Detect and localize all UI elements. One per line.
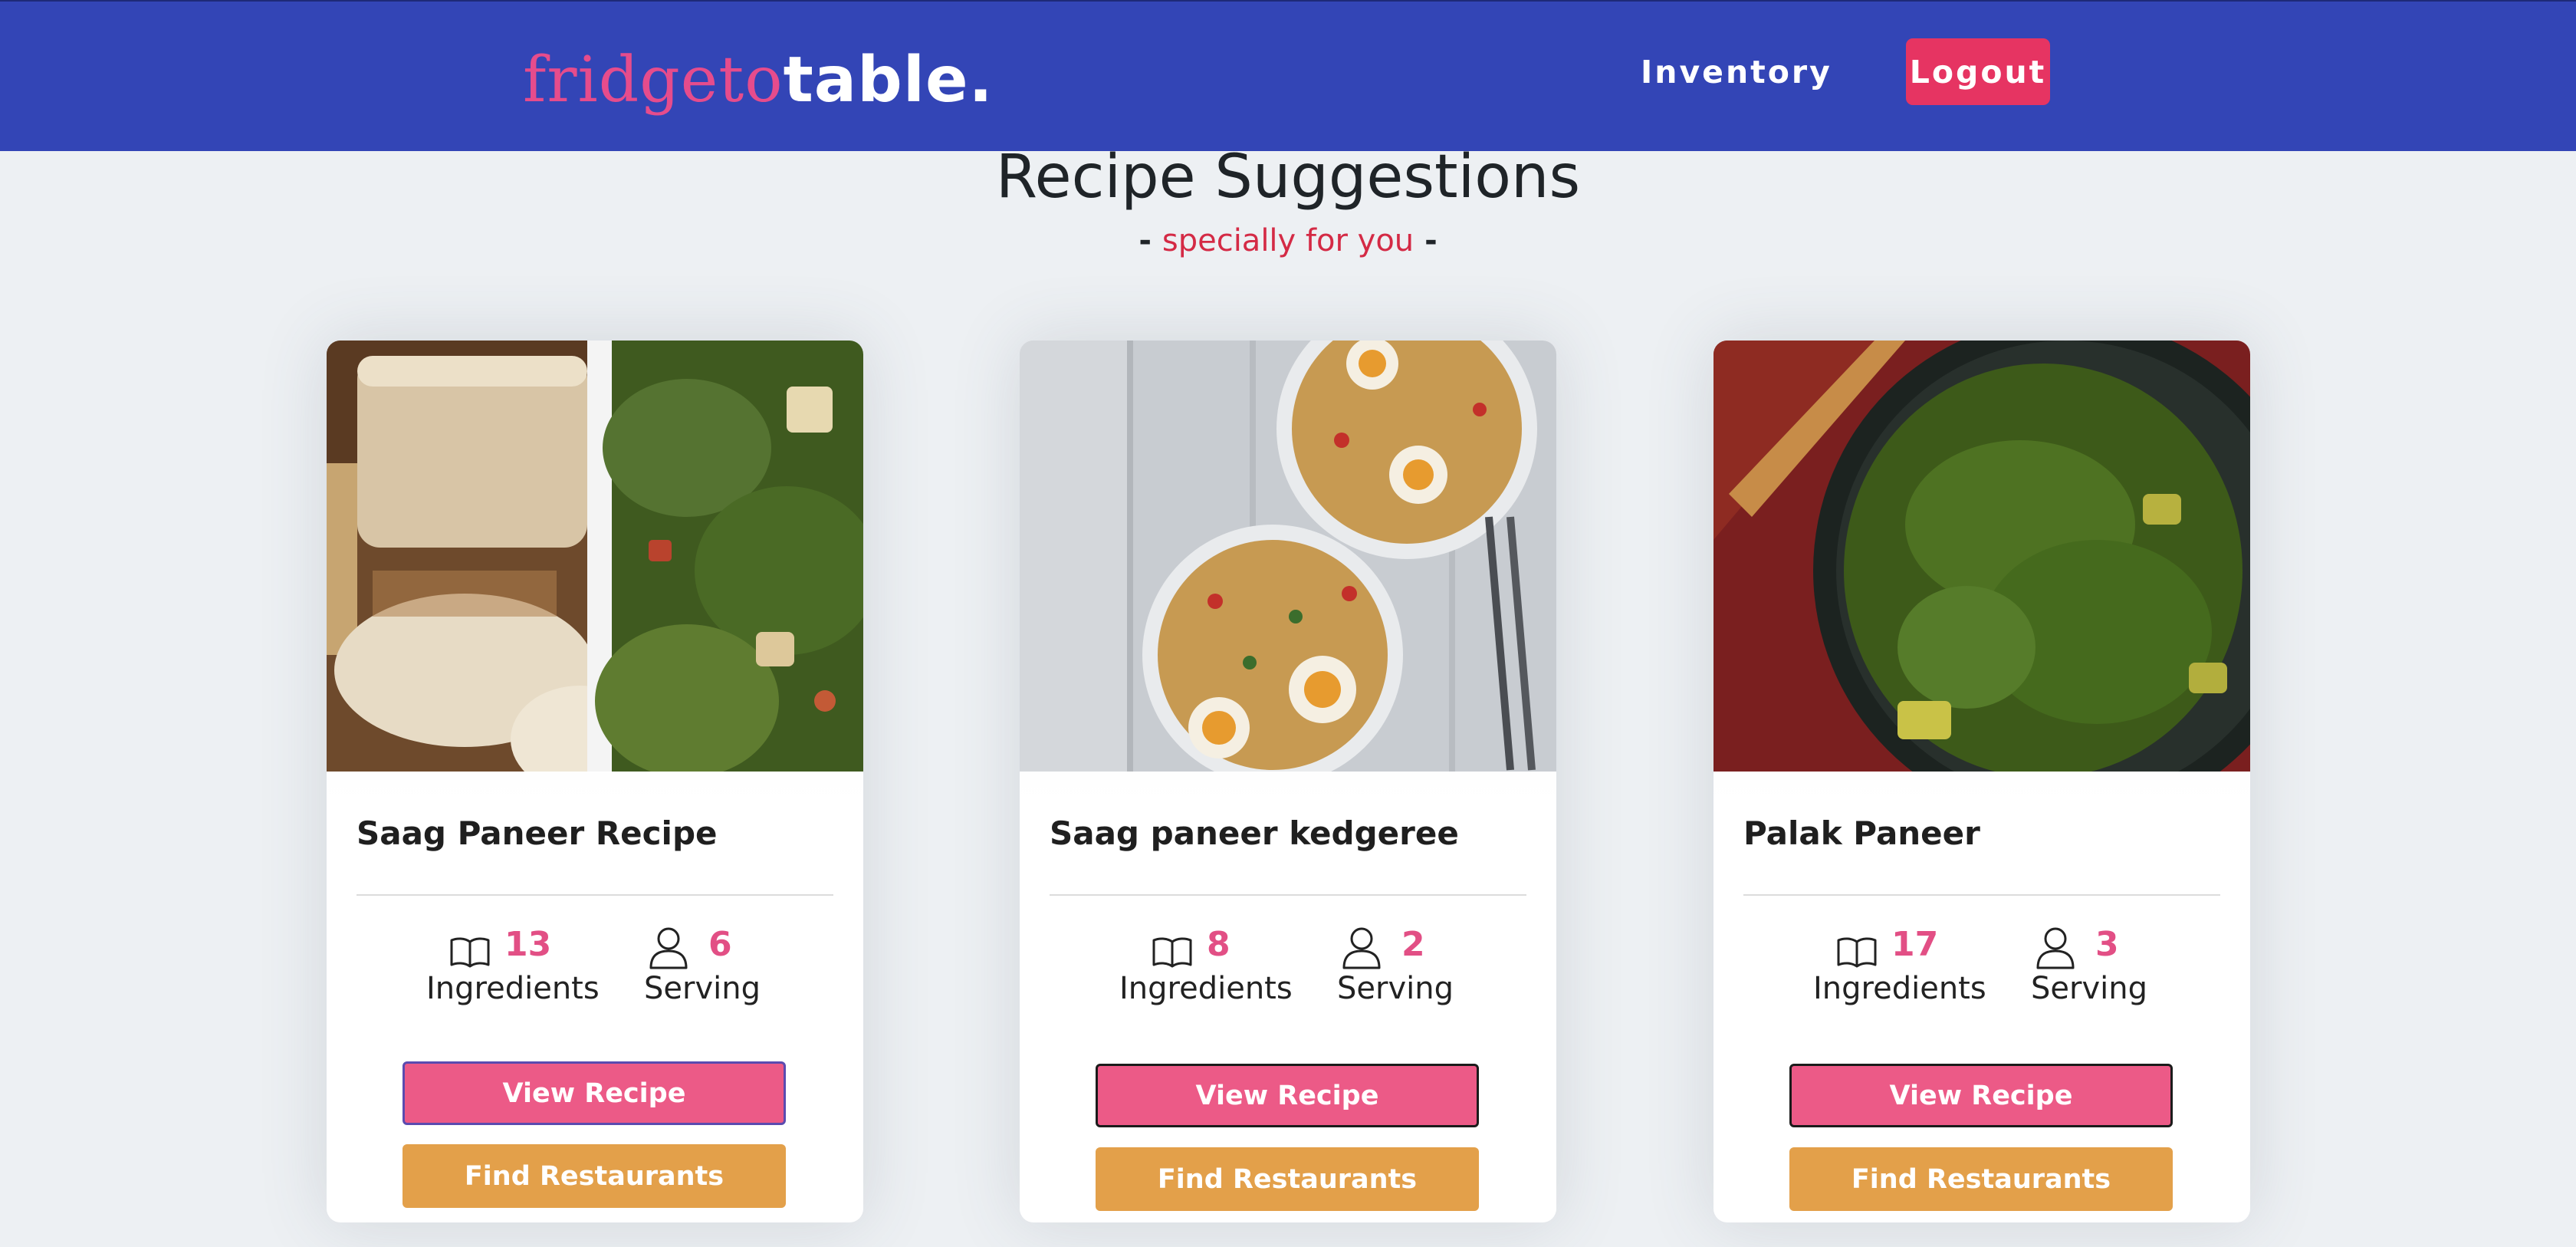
view-recipe-button[interactable]: View Recipe [1789, 1064, 2173, 1127]
serving-count: 3 [2095, 925, 2119, 964]
recipe-title: Saag Paneer Recipe [356, 814, 718, 852]
ingredients-label: Ingredients [1119, 971, 1293, 1006]
serving-count: 2 [1401, 925, 1425, 964]
logo-text-fridgeto: fridgeto [523, 44, 784, 117]
user-icon [2036, 927, 2075, 969]
ingredients-count: 13 [504, 925, 552, 964]
recipe-title: Saag paneer kedgeree [1050, 814, 1459, 852]
brand-logo[interactable]: fridgeto table. [523, 32, 994, 117]
find-restaurants-button[interactable]: Find Restaurants [1096, 1147, 1479, 1211]
recipe-image[interactable] [1714, 341, 2250, 772]
nav-inventory-link[interactable]: Inventory [1641, 49, 1832, 95]
book-icon [1837, 937, 1877, 968]
recipe-card: Palak Paneer 17 Ingredients 3 Serving Vi… [1714, 341, 2250, 1222]
page-title: Recipe Suggestions [995, 143, 1581, 212]
recipe-image[interactable] [1020, 341, 1556, 772]
subtitle-dash-right: - [1414, 223, 1438, 258]
user-icon [649, 927, 688, 969]
serving-label: Serving [1337, 971, 1454, 1006]
subtitle-dash-left: - [1138, 223, 1162, 258]
card-divider [1743, 894, 2220, 896]
recipe-card: Saag Paneer Recipe 13 Ingredients 6 Serv… [327, 341, 863, 1222]
subtitle-text: specially for you [1162, 223, 1414, 258]
page-subtitle: - specially for you - [0, 223, 2576, 258]
ingredients-count: 17 [1891, 925, 1939, 964]
ingredients-count: 8 [1207, 925, 1230, 964]
card-divider [1050, 894, 1526, 896]
logo-text-table: table. [783, 44, 994, 117]
serving-label: Serving [644, 971, 761, 1006]
serving-label: Serving [2031, 971, 2147, 1006]
ingredients-label: Ingredients [1813, 971, 1986, 1006]
ingredients-label: Ingredients [426, 971, 600, 1006]
logout-button[interactable]: Logout [1906, 38, 2050, 105]
find-restaurants-button[interactable]: Find Restaurants [1789, 1147, 2173, 1211]
find-restaurants-button[interactable]: Find Restaurants [402, 1144, 786, 1208]
user-icon [1342, 927, 1381, 969]
recipe-title: Palak Paneer [1743, 814, 1980, 852]
recipe-card: Saag paneer kedgeree 8 Ingredients 2 Ser… [1020, 341, 1556, 1222]
card-divider [356, 894, 833, 896]
recipe-image[interactable] [327, 341, 863, 772]
view-recipe-button[interactable]: View Recipe [1096, 1064, 1479, 1127]
book-icon [450, 937, 490, 968]
book-icon [1152, 937, 1192, 968]
serving-count: 6 [708, 925, 732, 964]
top-navbar: fridgeto table. Inventory Logout [0, 0, 2576, 151]
view-recipe-button[interactable]: View Recipe [402, 1061, 786, 1125]
